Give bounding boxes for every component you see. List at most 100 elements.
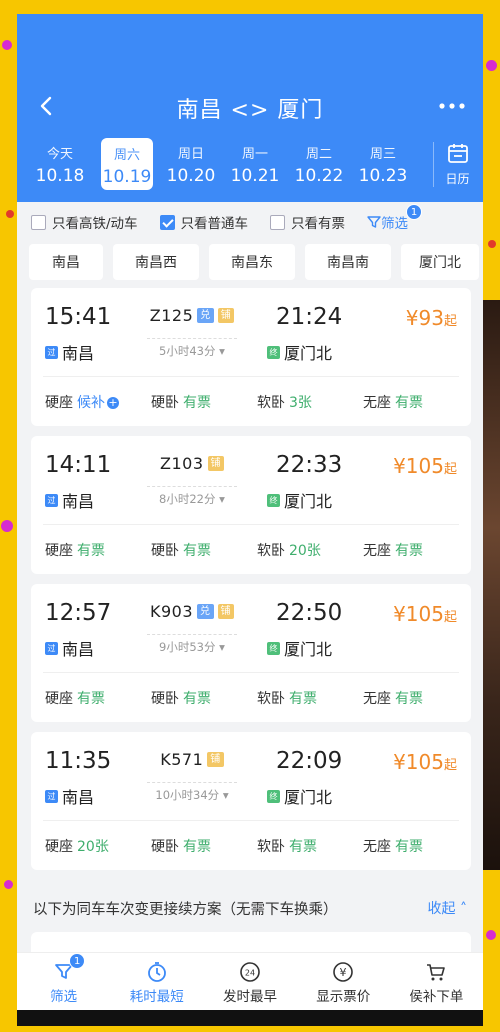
train-number: K571 — [160, 750, 204, 769]
seat-status: 有票 — [395, 839, 423, 855]
train-number-row: K903 兑 铺 — [147, 602, 237, 621]
seat-type: 无座 — [363, 395, 391, 411]
yen-glyph: ¥ — [340, 966, 347, 979]
tab-label: 发时最早 — [223, 989, 277, 1005]
train-number: Z103 — [160, 454, 204, 473]
divider — [43, 376, 459, 377]
date-day: 10.22 — [294, 165, 344, 186]
seat-status: 有票 — [183, 839, 211, 855]
duration-dropdown[interactable]: 9小时53分 ▾ — [147, 634, 237, 655]
add-icon[interactable]: + — [107, 397, 119, 409]
train-number-row: Z125 兑 铺 — [147, 306, 237, 325]
terminal-tag: 终 — [267, 493, 280, 507]
tab-waitlist-order[interactable]: 侯补下单 — [390, 953, 483, 1010]
train-card[interactable]: 15:41 过 南昌 Z125 兑 铺 5小时43分 ▾ 21:24 终 厦门北… — [31, 288, 471, 426]
seat-type: 硬卧 — [151, 839, 179, 855]
train-number-row: K571 铺 — [147, 750, 237, 769]
seat-type: 无座 — [363, 691, 391, 707]
arrive-time: 22:50 — [276, 600, 343, 626]
calendar-button[interactable]: 日历 — [433, 142, 477, 187]
divider — [43, 672, 459, 673]
date-day: 10.21 — [230, 165, 280, 186]
caret-down-icon: ▾ — [219, 492, 225, 506]
filter-button[interactable]: 筛选 1 — [367, 204, 423, 232]
seat-hard-sleeper: 硬卧 有票 — [151, 540, 257, 560]
collapse-button[interactable]: 收起 ˄ — [428, 898, 467, 918]
station-chip[interactable]: 南昌 — [29, 244, 103, 280]
caret-down-icon: ▾ — [219, 640, 225, 654]
train-number: Z125 — [149, 306, 194, 325]
date-tab-selected[interactable]: 周六 10.19 — [101, 138, 153, 190]
seat-standing: 无座 有票 — [363, 836, 469, 856]
date-tab[interactable]: 周三 10.23 — [351, 143, 415, 186]
price-value: ¥105 — [393, 602, 444, 626]
waitlist-link[interactable]: 候补 — [77, 395, 105, 411]
tab-show-price[interactable]: ¥ 显示票价 — [297, 953, 390, 1010]
tab-earliest-departure[interactable]: 24 发时最早 — [203, 953, 296, 1010]
seat-type: 无座 — [363, 839, 391, 855]
checkbox-box — [31, 214, 46, 230]
tab-filter[interactable]: 1 筛选 — [17, 953, 110, 1010]
seat-status: 有票 — [395, 395, 423, 411]
train-card[interactable]: 12:57 过 南昌 K903 兑 铺 9小时53分 ▾ 22:50 终 厦门北… — [31, 584, 471, 722]
depart-station: 南昌 — [62, 344, 95, 363]
seat-list: 硬座 有票 硬卧 有票 软卧 有票 无座 有票 — [45, 688, 471, 708]
arrive-station-row: 终 厦门北 — [267, 784, 332, 808]
seat-standing: 无座 有票 — [363, 392, 469, 412]
decor-dot — [1, 520, 13, 532]
seat-status: 有票 — [183, 691, 211, 707]
arrive-time: 22:33 — [276, 452, 343, 478]
arrive-station: 厦门北 — [284, 640, 333, 659]
transfer-note-text: 以下为同车车次变更接续方案（无需下车换乘） — [33, 901, 338, 918]
date-tab[interactable]: 周日 10.20 — [159, 143, 223, 186]
tab-shortest-duration[interactable]: 耗时最短 — [110, 953, 203, 1010]
pass-tag: 过 — [45, 345, 58, 359]
seat-hard-seat: 硬座 20张 — [45, 836, 151, 856]
page-title: 南昌 <> 厦门 — [176, 98, 324, 123]
depart-time: 15:41 — [45, 304, 112, 330]
seat-status: 20张 — [77, 839, 109, 855]
date-selector: 今天 10.18 周六 10.19 周日 10.20 周一 10.21 周二 1… — [17, 138, 483, 190]
train-card[interactable]: 14:11 过 南昌 Z103 铺 8小时22分 ▾ 22:33 终 厦门北 ¥… — [31, 436, 471, 574]
checkbox-label: 只看普通车 — [180, 216, 249, 232]
price-suffix: 起 — [443, 758, 457, 773]
terminal-tag: 终 — [267, 641, 280, 655]
duration-dropdown[interactable]: 10小时34分 ▾ — [147, 782, 237, 803]
station-chip[interactable]: 南昌西 — [113, 244, 199, 280]
date-weekday: 周日 — [177, 146, 204, 162]
more-options-icon[interactable] — [437, 98, 467, 114]
date-tab[interactable]: 周二 10.22 — [287, 143, 351, 186]
depart-station-row: 过 南昌 — [45, 340, 94, 364]
seat-list: 硬座 候补 + 硬卧 有票 软卧 3张 无座 有票 — [45, 392, 471, 412]
date-tab-today[interactable]: 今天 10.18 — [25, 143, 95, 186]
divider — [43, 820, 459, 821]
train-number-row: Z103 铺 — [147, 454, 237, 473]
depart-station-row: 过 南昌 — [45, 488, 94, 512]
date-tab[interactable]: 周一 10.21 — [223, 143, 287, 186]
date-weekday: 周三 — [369, 146, 396, 162]
berth-badge: 铺 — [217, 604, 235, 619]
seat-soft-sleeper: 软卧 20张 — [257, 540, 363, 560]
train-card[interactable]: 11:35 过 南昌 K571 铺 10小时34分 ▾ 22:09 终 厦门北 … — [31, 732, 471, 870]
checkbox-high-speed[interactable]: 只看高铁/动车 — [31, 212, 138, 232]
seat-status: 3张 — [289, 395, 312, 411]
exchange-badge: 兑 — [197, 604, 214, 619]
cart-icon — [427, 964, 446, 981]
duration-dropdown[interactable]: 5小时43分 ▾ — [147, 338, 237, 359]
depart-time: 14:11 — [45, 452, 112, 478]
arrive-station: 厦门北 — [284, 788, 333, 807]
chevron-up-icon: ˄ — [460, 901, 467, 917]
price-suffix: 起 — [443, 610, 457, 625]
station-chip[interactable]: 南昌南 — [305, 244, 391, 280]
price-value: ¥105 — [393, 750, 444, 774]
decor-dot — [488, 240, 496, 248]
caret-down-icon: ▾ — [219, 344, 225, 358]
date-day: 10.20 — [166, 165, 216, 186]
checkbox-normal-train[interactable]: 只看普通车 — [159, 212, 249, 232]
collapse-label: 收起 — [427, 901, 456, 917]
station-chip[interactable]: 厦门北 — [401, 244, 479, 280]
checkbox-available-only[interactable]: 只看有票 — [270, 212, 345, 232]
station-chip[interactable]: 南昌东 — [209, 244, 295, 280]
date-weekday: 周一 — [241, 146, 268, 162]
duration-dropdown[interactable]: 8小时22分 ▾ — [147, 486, 237, 507]
